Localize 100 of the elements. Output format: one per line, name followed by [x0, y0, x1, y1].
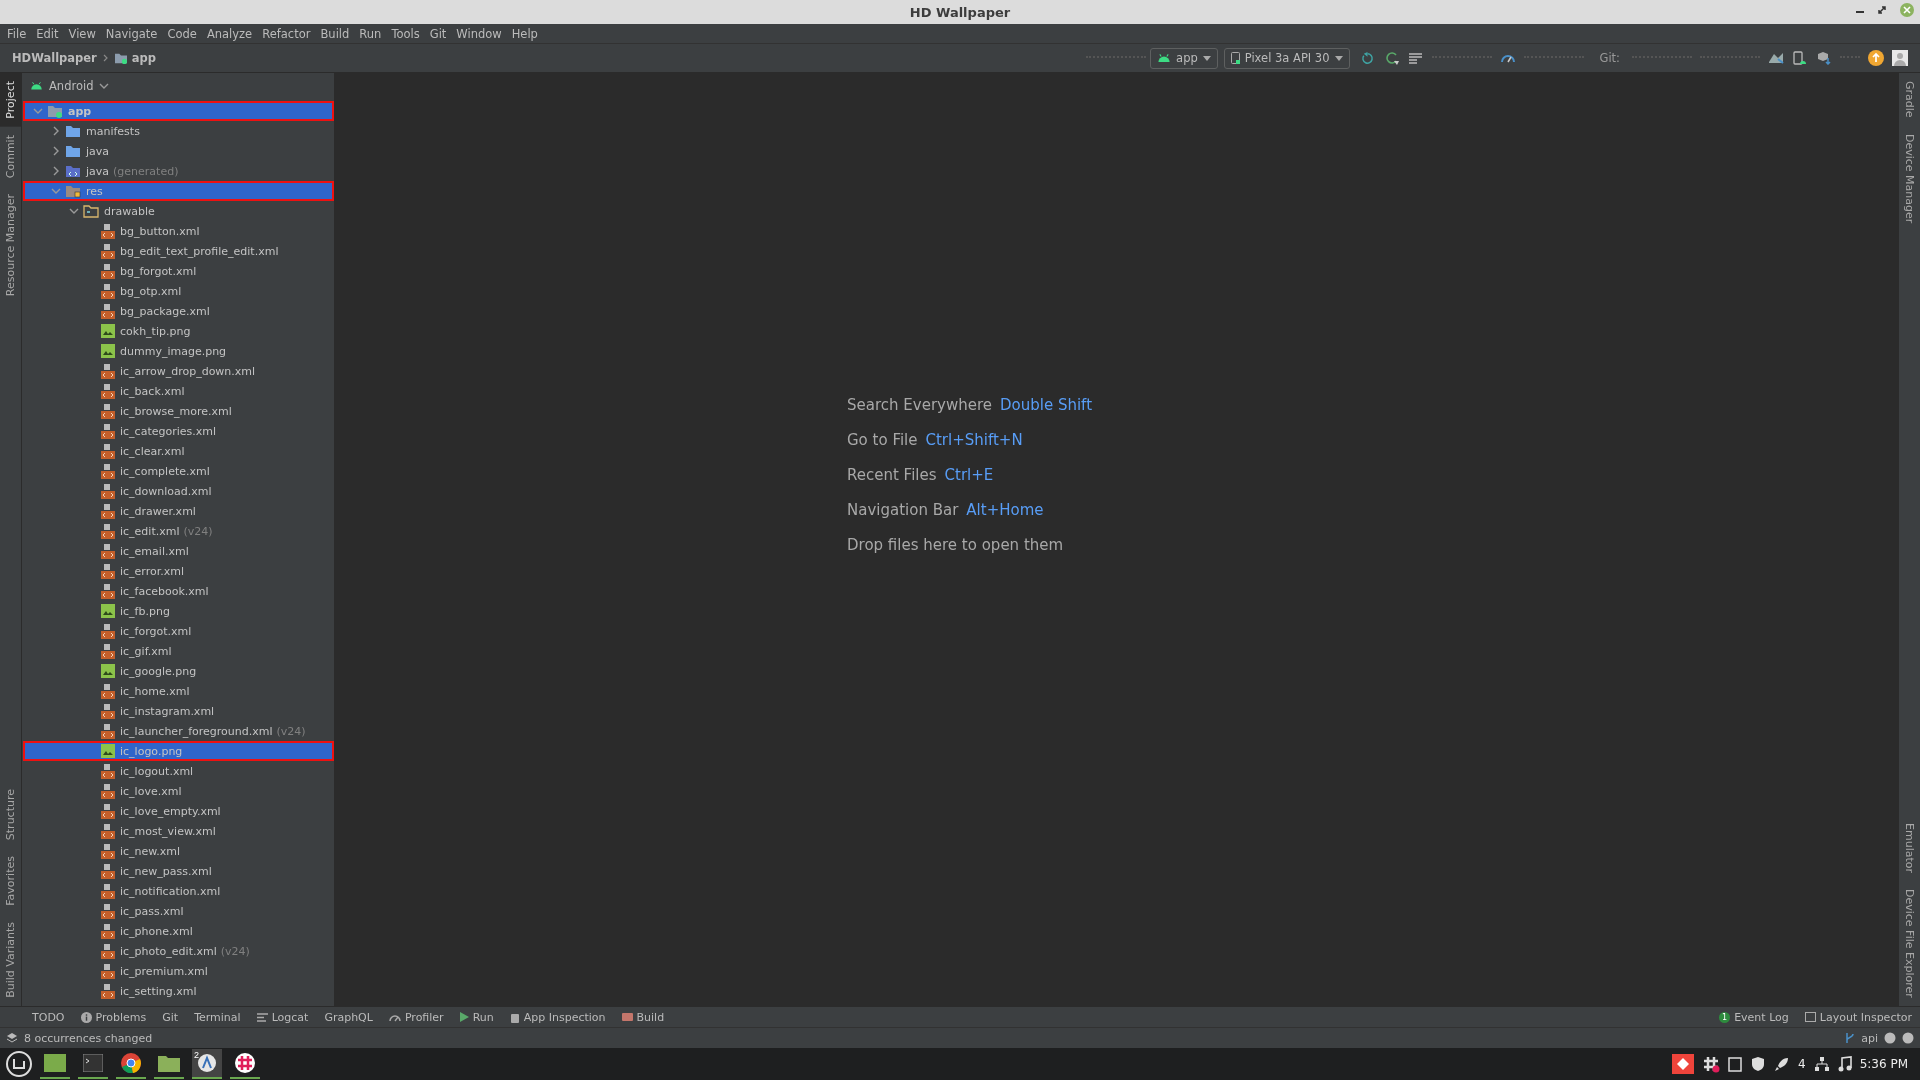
tree-item[interactable]: ic_pass.xml [23, 901, 334, 921]
menu-item[interactable]: Edit [31, 26, 64, 41]
clipboard-icon[interactable] [1728, 1056, 1742, 1072]
tree-item[interactable]: ic_arrow_drop_down.xml [23, 361, 334, 381]
menu-item[interactable]: Run [354, 26, 387, 41]
tree-item[interactable]: ic_categories.xml [23, 421, 334, 441]
tree-item[interactable]: ic_email.xml [23, 541, 334, 561]
network-icon[interactable] [1813, 1056, 1830, 1072]
tree-item[interactable]: ic_new.xml [23, 841, 334, 861]
tree-item[interactable]: ic_forgot.xml [23, 621, 334, 641]
tool-window-tab[interactable]: Project [0, 73, 21, 127]
tool-window-tab[interactable]: Build Variants [0, 914, 21, 1006]
xml-file-icon [101, 843, 115, 859]
tool-window-tab[interactable]: Terminal [186, 1010, 249, 1024]
tree-item[interactable]: ic_love_empty.xml [23, 801, 334, 821]
tree-item[interactable]: ic_premium.xml [23, 961, 334, 981]
tree-item[interactable]: ic_logo.png [23, 741, 334, 761]
tool-window-tab[interactable]: Device File Explorer [1899, 881, 1920, 1006]
tree-item[interactable]: ic_logout.xml [23, 761, 334, 781]
tree-item[interactable]: ic_download.xml [23, 481, 334, 501]
tree-item[interactable]: ic_complete.xml [23, 461, 334, 481]
tool-window-tab[interactable]: Logcat [248, 1010, 317, 1024]
tree-item[interactable]: bg_forgot.xml [23, 261, 334, 281]
tree-item[interactable]: ic_phone.xml [23, 921, 334, 941]
chevron-down-icon[interactable] [99, 81, 110, 91]
tree-item[interactable]: ic_home.xml [23, 681, 334, 701]
tree-item[interactable]: ic_browse_more.xml [23, 401, 334, 421]
tree-item[interactable]: dummy_image.png [23, 341, 334, 361]
menu-item[interactable]: Window [451, 26, 507, 41]
tool-window-tab[interactable]: Structure [0, 781, 21, 849]
tool-window-tab[interactable]: Profiler [380, 1010, 452, 1024]
tree-item[interactable]: ic_google.png [23, 661, 334, 681]
tool-window-tab[interactable]: Commit [0, 126, 21, 186]
menu-item[interactable]: Build [315, 26, 355, 41]
tool-window-tab[interactable]: Build [613, 1010, 673, 1024]
tool-window-tab[interactable]: Resource Manager [0, 185, 21, 305]
tool-window-tab[interactable]: Run [451, 1010, 502, 1024]
menu-item[interactable]: Analyze [201, 26, 258, 41]
tool-window-tab[interactable]: App Inspection [501, 1010, 614, 1024]
tree-item[interactable]: cokh_tip.png [23, 321, 334, 341]
menu-item[interactable]: Git [424, 26, 452, 41]
menu-item[interactable]: Tools [386, 26, 425, 41]
tool-window-tab[interactable]: Git [154, 1010, 187, 1024]
music-note-icon[interactable] [1837, 1056, 1852, 1072]
menu-item[interactable]: Refactor [257, 26, 316, 41]
shield-icon[interactable] [1750, 1056, 1766, 1072]
tree-item[interactable]: ic_launcher_foreground.xml (v24) [23, 721, 334, 741]
tree-item[interactable]: ic_photo_edit.xml (v24) [23, 941, 334, 961]
tree-item[interactable]: ic_most_view.xml [23, 821, 334, 841]
clock[interactable]: 5:36 PM [1859, 1057, 1908, 1071]
tree-item[interactable]: ic_fb.png [23, 601, 334, 621]
tree-item[interactable]: bg_button.xml [23, 221, 334, 241]
tree-item[interactable]: ic_new_pass.xml [23, 861, 334, 881]
tree-item[interactable]: ic_facebook.xml [23, 581, 334, 601]
tree-item[interactable]: ic_drawer.xml [23, 501, 334, 521]
tree-item[interactable]: ic_error.xml [23, 561, 334, 581]
tool-window-tab[interactable]: GraphQL [316, 1010, 381, 1024]
tool-window-tab[interactable]: Favorites [0, 848, 21, 915]
tree-item[interactable]: bg_otp.xml [23, 281, 334, 301]
maximize-icon[interactable] [1878, 6, 1886, 14]
menu-item[interactable]: Code [162, 26, 202, 41]
menu-item[interactable]: File [2, 26, 32, 41]
tool-window-tab[interactable]: Gradle [1899, 73, 1920, 126]
tool-window-tab[interactable]: Emulator [1899, 815, 1920, 882]
tree-item[interactable]: bg_package.xml [23, 301, 334, 321]
tree-item[interactable]: drawable [23, 201, 334, 221]
view-dropdown[interactable]: Android [30, 79, 110, 93]
tree-item[interactable]: ic_back.xml [23, 381, 334, 401]
xml-file-icon [101, 283, 115, 299]
run-config-dropdown[interactable]: app [1150, 47, 1218, 69]
xml-file-icon [101, 423, 115, 439]
tree-item[interactable]: manifests [23, 121, 334, 141]
tree-item[interactable]: java [23, 141, 334, 161]
tree-item[interactable]: app [23, 101, 334, 121]
tree-item[interactable]: ic_setting.xml [23, 981, 334, 1001]
tool-window-tab[interactable]: Device Manager [1899, 125, 1920, 231]
tool-window-tab[interactable]: TODO [24, 1010, 73, 1024]
menu-item[interactable]: View [63, 26, 101, 41]
tree-item[interactable]: ic_love.xml [23, 781, 334, 801]
menu-item[interactable]: Help [506, 26, 543, 41]
tree-item[interactable]: ic_edit.xml (v24) [23, 521, 334, 541]
tool-window-tab[interactable]: Problems [72, 1010, 155, 1024]
tool-window-tab[interactable]: Layout Inspector [1796, 1010, 1920, 1024]
breadcrumb-item[interactable]: HDWallpaper [12, 51, 97, 65]
tree-item[interactable]: ic_clear.xml [23, 441, 334, 461]
taskbar-app[interactable]: 2 [192, 1049, 222, 1079]
tool-window-tab[interactable]: 1 Event Log [1711, 1010, 1797, 1024]
tree-item[interactable]: ic_instagram.xml [23, 701, 334, 721]
branch-label[interactable]: api [1861, 1031, 1878, 1045]
anydesk-icon[interactable] [1672, 1054, 1694, 1074]
tree-item[interactable]: java (generated) [23, 161, 334, 181]
menu-icon[interactable] [6, 1051, 32, 1077]
tree-item[interactable]: ic_gif.xml [23, 641, 334, 661]
breadcrumb-item[interactable]: app [131, 51, 157, 65]
device-dropdown[interactable]: Pixel 3a API 30 [1223, 47, 1350, 69]
menu-item[interactable]: Navigate [100, 26, 163, 41]
tree-item[interactable]: res [23, 181, 334, 201]
slack-tray-icon[interactable] [1702, 1055, 1720, 1073]
tree-item[interactable]: bg_edit_text_profile_edit.xml [23, 241, 334, 261]
tree-item[interactable]: ic_notification.xml [23, 881, 334, 901]
